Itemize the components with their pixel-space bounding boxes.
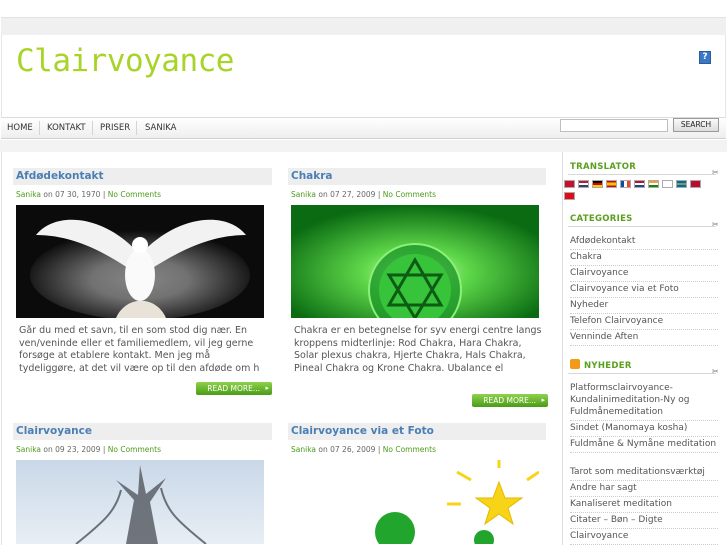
category-item[interactable]: Clairvoyance via et Foto (570, 281, 718, 298)
flag-tr-icon[interactable] (564, 192, 575, 200)
news-item[interactable]: Fuldmåne & Nymåne meditation (570, 436, 718, 453)
tree-illustration (16, 460, 264, 544)
scissors-icon: ✂ (712, 367, 719, 376)
post-title[interactable]: Clairvoyance via et Foto (288, 423, 546, 440)
post-author[interactable]: Sanika (291, 445, 316, 454)
news-item[interactable]: Sindet (Manomaya kosha) (570, 420, 718, 437)
category-item[interactable]: Clairvoyance (570, 265, 718, 282)
read-more-label: READ MORE... (483, 396, 536, 405)
post-title[interactable]: Clairvoyance (13, 423, 272, 440)
sidebar: TRANSLATOR ✂ CATEGORIES ✂ Afdødekontakt … (562, 152, 726, 545)
category-item[interactable]: Nyheder (570, 297, 718, 314)
news-item[interactable]: Citater – Bøn – Digte (570, 512, 718, 529)
nav-priser[interactable]: PRISER (94, 121, 138, 135)
flag-nl-icon[interactable] (634, 180, 645, 188)
search-input[interactable] (560, 119, 668, 132)
divider (568, 174, 716, 175)
nav-kontakt[interactable]: KONTAKT (41, 121, 93, 135)
post-clairvoyance: Clairvoyance Sanika on 09 23, 2009 | No … (13, 423, 273, 545)
post-clairvoyance-via-et-foto: Clairvoyance via et Foto Sanika on 07 26… (288, 423, 550, 545)
translator-heading: TRANSLATOR (570, 162, 637, 172)
category-item[interactable]: Telefon Clairvoyance (570, 313, 718, 330)
flag-se-icon[interactable] (676, 180, 687, 188)
post-title[interactable]: Chakra (288, 168, 546, 185)
nav-sanika[interactable]: SANIKA (139, 121, 182, 135)
arrow-right-icon: ▸ (541, 396, 545, 404)
post-comments[interactable]: No Comments (108, 190, 161, 199)
news-item[interactable]: Platformsclairvoyance-Kundalinimeditatio… (570, 380, 718, 421)
nav-home[interactable]: HOME (1, 121, 40, 135)
site-header: Clairvoyance ? (1, 35, 726, 117)
scissors-icon: ✂ (712, 220, 719, 229)
chakra-illustration (291, 205, 539, 318)
category-item[interactable]: Venninde Aften (570, 329, 718, 346)
news-item[interactable]: Tarot som meditationsværktøj (570, 464, 718, 481)
rss-icon[interactable] (570, 359, 580, 369)
read-more-button[interactable]: READ MORE... ▸ (472, 394, 548, 407)
dove-illustration (16, 205, 264, 318)
post-meta: Sanika on 07 26, 2009 | No Comments (291, 445, 436, 454)
post-excerpt: Chakra er en betegnelse for syv energi c… (294, 325, 542, 374)
post-meta: Sanika on 09 23, 2009 | No Comments (16, 445, 161, 454)
post-date: on 07 26, 2009 | (316, 445, 383, 454)
post-date: on 07 30, 1970 | (41, 190, 108, 199)
star-illustration (291, 460, 539, 544)
flag-dk-icon[interactable] (564, 180, 575, 188)
news-heading: NYHEDER (584, 361, 632, 371)
category-item[interactable]: Chakra (570, 249, 718, 266)
category-item[interactable]: Afdødekontakt (570, 233, 718, 250)
flag-es-icon[interactable] (606, 180, 617, 188)
post-image-tree[interactable] (16, 460, 264, 544)
flag-fi-icon[interactable] (662, 180, 673, 188)
post-meta: Sanika on 07 30, 1970 | No Comments (16, 190, 161, 199)
post-date: on 09 23, 2009 | (41, 445, 108, 454)
post-title[interactable]: Afdødekontakt (13, 168, 272, 185)
divider (568, 373, 716, 374)
post-author[interactable]: Sanika (16, 190, 41, 199)
post-afdodekontakt: Afdødekontakt Sanika on 07 30, 1970 | No… (13, 168, 273, 408)
post-image-star[interactable] (291, 460, 539, 544)
post-author[interactable]: Sanika (291, 190, 316, 199)
categories-heading: CATEGORIES (570, 214, 633, 224)
post-image-chakra[interactable] (291, 205, 539, 318)
post-comments[interactable]: No Comments (383, 445, 436, 454)
post-chakra: Chakra Sanika on 07 27, 2009 | No Commen… (288, 168, 550, 408)
arrow-right-icon: ▸ (265, 384, 269, 392)
post-date: on 07 27, 2009 | (316, 190, 383, 199)
site-logo[interactable]: Clairvoyance (16, 43, 234, 79)
divider (568, 226, 716, 227)
flag-fr-icon[interactable] (620, 180, 631, 188)
post-comments[interactable]: No Comments (383, 190, 436, 199)
top-bar (1, 17, 726, 35)
top-strip (0, 0, 727, 16)
post-comments[interactable]: No Comments (108, 445, 161, 454)
news-item[interactable]: Andre har sagt (570, 480, 718, 497)
search-button[interactable]: SEARCH (673, 118, 719, 132)
read-more-button[interactable]: READ MORE... ▸ (196, 382, 272, 395)
flag-de-icon[interactable] (592, 180, 603, 188)
flag-us-icon[interactable] (578, 180, 589, 188)
flag-in-icon[interactable] (648, 180, 659, 188)
post-image-dove[interactable] (16, 205, 264, 318)
news-item[interactable]: Clairvoyance (570, 528, 718, 545)
help-icon[interactable]: ? (699, 51, 711, 64)
post-meta: Sanika on 07 27, 2009 | No Comments (291, 190, 436, 199)
post-author[interactable]: Sanika (16, 445, 41, 454)
page-gap (0, 140, 727, 152)
post-excerpt: Går du med et savn, til en som stod dig … (19, 325, 260, 374)
read-more-label: READ MORE... (207, 384, 260, 393)
news-item[interactable]: Kanaliseret meditation (570, 496, 718, 513)
main-content: Afdødekontakt Sanika on 07 30, 1970 | No… (1, 152, 561, 545)
flag-no-icon[interactable] (690, 180, 701, 188)
scissors-icon: ✂ (712, 168, 719, 177)
